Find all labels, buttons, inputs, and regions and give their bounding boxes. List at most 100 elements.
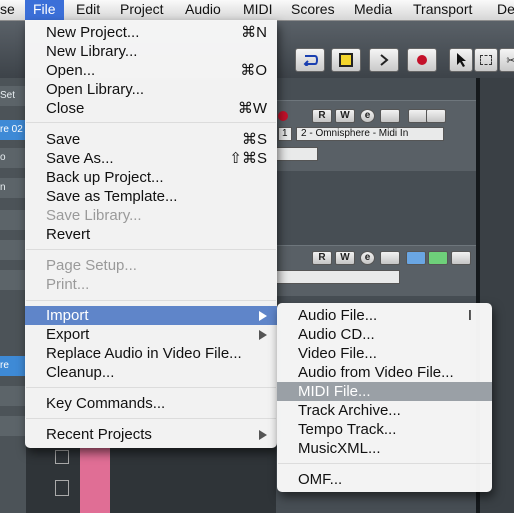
submenu-arrow-icon xyxy=(259,430,267,440)
menu-item-import-audio-from-video[interactable]: Audio from Video File... xyxy=(277,363,492,382)
menu-item-import-video-file[interactable]: Video File... xyxy=(277,344,492,363)
track-number: 1 xyxy=(278,127,292,141)
read-automation-button[interactable]: R xyxy=(312,251,332,265)
menu-item-label: Export xyxy=(46,326,90,343)
submenu-arrow-icon xyxy=(259,330,267,340)
pointer-icon xyxy=(457,53,466,67)
range-icon xyxy=(480,55,492,65)
menu-media[interactable]: Media xyxy=(354,0,392,20)
menu-item-open-library[interactable]: Open Library... xyxy=(25,80,277,99)
menu-transport[interactable]: Transport xyxy=(413,0,472,20)
menu-audio[interactable]: Audio xyxy=(185,0,221,20)
menu-midi[interactable]: MIDI xyxy=(243,0,273,20)
menu-item-label: Open Library... xyxy=(46,81,145,98)
menu-item-import-musicxml[interactable]: MusicXML... xyxy=(277,439,492,458)
track-icon xyxy=(55,480,69,496)
menu-separator xyxy=(26,300,276,301)
menu-item-save-as[interactable]: Save As... ⇧⌘S xyxy=(25,149,277,168)
track-button-lanes[interactable] xyxy=(380,109,400,123)
menu-separator xyxy=(26,387,276,388)
menu-item-shortcut: ⌘N xyxy=(241,24,267,41)
menu-item-replace-audio[interactable]: Replace Audio in Video File... xyxy=(25,344,277,363)
cycle-icon xyxy=(303,55,319,66)
menu-item-label: Audio CD... xyxy=(298,326,375,343)
menu-item-label: Save As... xyxy=(46,150,114,167)
inspector-label-set: Set xyxy=(0,86,26,106)
edit-instrument-button[interactable]: e xyxy=(360,109,375,123)
menu-item-recent-projects[interactable]: Recent Projects xyxy=(25,425,277,444)
menu-item-import-tempo-track[interactable]: Tempo Track... xyxy=(277,420,492,439)
menu-item-import-midi-file[interactable]: MIDI File... xyxy=(277,382,492,401)
menu-item-save-library: Save Library... xyxy=(25,206,277,225)
track-volume-slot[interactable] xyxy=(276,270,400,284)
menu-item-page-setup: Page Setup... xyxy=(25,256,277,275)
menu-file[interactable]: File xyxy=(25,0,64,20)
menu-item-import[interactable]: Import xyxy=(25,306,277,325)
menu-item-import-omf[interactable]: OMF... xyxy=(277,470,492,489)
inspector-row xyxy=(0,240,26,260)
menu-item-open[interactable]: Open... ⌘O xyxy=(25,61,277,80)
read-automation-button[interactable]: R xyxy=(312,109,332,123)
pointer-tool[interactable] xyxy=(449,48,473,72)
menu-item-label: Import xyxy=(46,307,89,324)
play-button[interactable] xyxy=(369,48,399,72)
menu-item-key-commands[interactable]: Key Commands... xyxy=(25,394,277,413)
edit-instrument-button[interactable]: e xyxy=(360,251,375,265)
menu-item-back-up-project[interactable]: Back up Project... xyxy=(25,168,277,187)
track-button-monitor[interactable] xyxy=(406,251,426,265)
menu-app-partial[interactable]: se xyxy=(0,0,15,20)
menu-item-cleanup[interactable]: Cleanup... xyxy=(25,363,277,382)
split-tool[interactable]: ✂ xyxy=(499,48,514,72)
track-button-monitor[interactable] xyxy=(408,109,428,123)
track-button-lanes[interactable] xyxy=(380,251,400,265)
menu-item-new-project[interactable]: New Project... ⌘N xyxy=(25,23,277,42)
menu-item-import-track-archive[interactable]: Track Archive... xyxy=(277,401,492,420)
menu-item-label: Video File... xyxy=(298,345,377,362)
menu-item-label: Recent Projects xyxy=(46,426,152,443)
cycle-button[interactable] xyxy=(295,48,325,72)
menu-item-label: Revert xyxy=(46,226,91,243)
inspector-label-preset[interactable]: re 02 xyxy=(0,120,26,140)
inspector-label-o: o xyxy=(0,148,26,168)
menu-item-label: OMF... xyxy=(298,471,343,488)
menu-item-import-audio-cd[interactable]: Audio CD... xyxy=(277,325,492,344)
track-button-active[interactable] xyxy=(428,251,448,265)
menu-item-label: Track Archive... xyxy=(298,402,401,419)
menu-edit[interactable]: Edit xyxy=(76,0,100,20)
track-output-name[interactable]: 2 - Omnisphere - Midi In xyxy=(296,127,444,141)
scissors-icon: ✂ xyxy=(506,54,514,67)
menu-item-save[interactable]: Save ⌘S xyxy=(25,130,277,149)
menu-item-label: Cleanup... xyxy=(46,364,115,381)
menu-item-import-audio-file[interactable]: Audio File... I xyxy=(277,306,492,325)
menu-item-label: Save as Template... xyxy=(46,188,178,205)
menu-item-label: Audio File... xyxy=(298,307,378,324)
menu-devices-partial[interactable]: De xyxy=(497,0,514,20)
menu-item-label: Tempo Track... xyxy=(298,421,397,438)
menu-item-print: Print... xyxy=(25,275,277,294)
submenu-arrow-icon xyxy=(259,311,267,321)
write-automation-button[interactable]: W xyxy=(335,109,355,123)
inspector-row xyxy=(0,210,26,230)
menu-scores[interactable]: Scores xyxy=(291,0,335,20)
play-icon xyxy=(380,54,389,66)
menu-item-save-as-template[interactable]: Save as Template... xyxy=(25,187,277,206)
track-button-routing[interactable] xyxy=(451,251,471,265)
track-volume-slot[interactable] xyxy=(276,147,318,161)
menu-item-export[interactable]: Export xyxy=(25,325,277,344)
inspector-label-re[interactable]: re xyxy=(0,356,26,376)
range-tool[interactable] xyxy=(474,48,498,72)
menu-item-revert[interactable]: Revert xyxy=(25,225,277,244)
record-button[interactable] xyxy=(407,48,437,72)
inspector-row xyxy=(0,386,26,406)
menu-item-new-library[interactable]: New Library... xyxy=(25,42,277,61)
stop-button[interactable] xyxy=(331,48,361,72)
menu-separator xyxy=(26,418,276,419)
track-button-routing[interactable] xyxy=(426,109,446,123)
menu-item-close[interactable]: Close ⌘W xyxy=(25,99,277,118)
menu-item-label: Key Commands... xyxy=(46,395,166,412)
menu-project[interactable]: Project xyxy=(120,0,164,20)
write-automation-button[interactable]: W xyxy=(335,251,355,265)
stop-icon xyxy=(339,53,353,67)
menu-separator xyxy=(26,122,276,123)
record-enable-icon[interactable] xyxy=(278,111,288,121)
